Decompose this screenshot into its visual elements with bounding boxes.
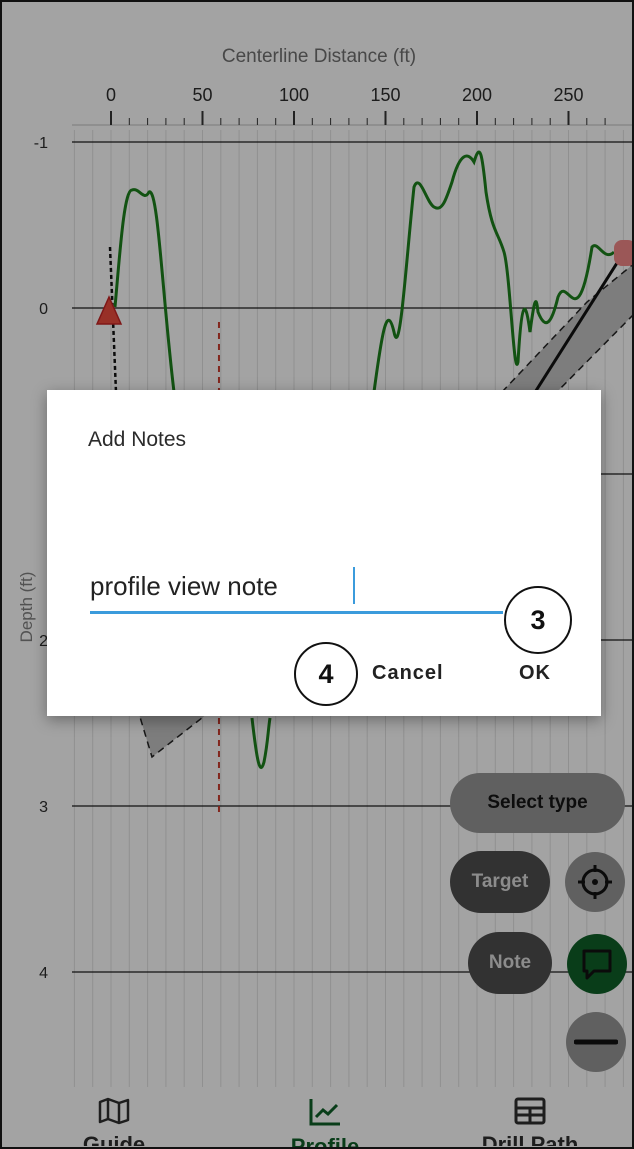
- text-caret: [353, 567, 355, 604]
- step-3-callout: 3: [504, 586, 572, 654]
- ok-button[interactable]: OK: [519, 662, 551, 685]
- cancel-button[interactable]: Cancel: [372, 662, 444, 685]
- note-input[interactable]: [90, 565, 503, 614]
- app-frame: 0 50 100 150 200 250 -1 0 2 3 4 Centerline Distanc…: [0, 0, 634, 1149]
- step-4-callout: 4: [294, 642, 358, 706]
- dialog-title: Add Notes: [88, 428, 187, 451]
